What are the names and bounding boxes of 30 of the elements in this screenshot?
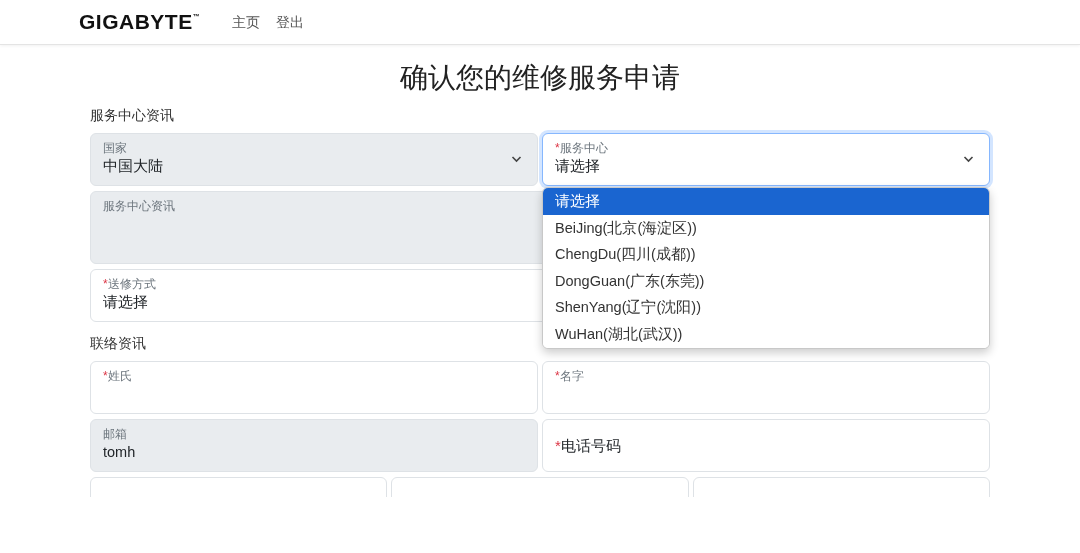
field-label: *电话号码	[555, 435, 621, 456]
field-label: *服务中心	[555, 140, 608, 157]
dropdown-option[interactable]: ChengDu(四川(成都))	[543, 241, 989, 268]
field-value: tomh	[103, 443, 136, 463]
dropdown-option[interactable]: BeiJing(北京(海淀区))	[543, 214, 989, 242]
section-heading: 服务中心资讯	[90, 105, 174, 125]
input-field[interactable]: *名字	[542, 360, 990, 414]
input-field[interactable]: *电话号码	[542, 418, 990, 472]
field-label: 服务中心资讯	[103, 198, 175, 215]
dropdown-option[interactable]: WuHan(湖北(武汉))	[543, 320, 989, 348]
chevron-down-icon	[963, 154, 974, 163]
field-label: *姓氏	[103, 368, 132, 385]
field-label: 邮箱	[103, 426, 127, 443]
field-value: 请选择	[103, 293, 148, 313]
field-label: *送修方式	[103, 276, 156, 293]
page-title: 确认您的维修服务申请	[399, 61, 681, 95]
dropdown-option[interactable]: DongGuan(广东(东莞))	[543, 267, 989, 295]
dropdown-option[interactable]: ShenYang(辽宁(沈阳))	[543, 294, 989, 321]
field-value: 中国大陆	[103, 157, 163, 177]
select-field[interactable]: *服务中心 请选择	[542, 132, 990, 186]
field-label: *名字	[555, 368, 584, 385]
chevron-down-icon	[511, 154, 522, 163]
dropdown-option[interactable]: 请选择	[543, 188, 989, 215]
field-label: 国家	[103, 140, 127, 157]
input-field[interactable]: *姓氏	[90, 360, 538, 414]
nav-link[interactable]: 登出	[276, 11, 305, 33]
field-value: 请选择	[555, 157, 600, 177]
section-heading: 联络资讯	[90, 333, 146, 353]
brand-logo[interactable]: GIGABYTE$^{™}$	[79, 6, 201, 38]
nav-link[interactable]: 主页	[232, 11, 261, 33]
